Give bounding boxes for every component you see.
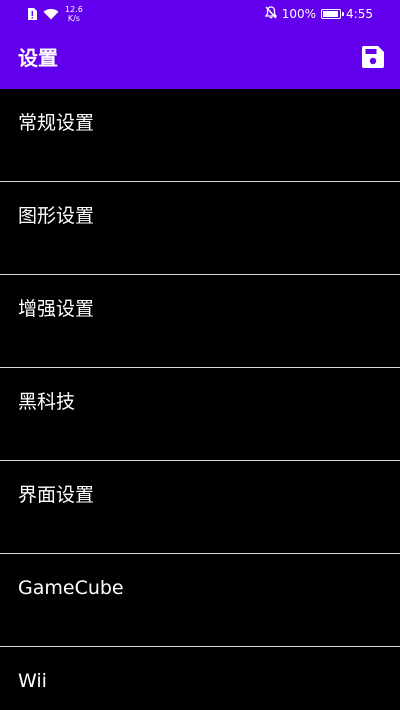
settings-item-graphics[interactable]: 图形设置 — [0, 182, 400, 275]
app-bar: 设置 — [0, 27, 400, 89]
wifi-icon — [43, 5, 59, 24]
settings-item-label: 界面设置 — [18, 484, 95, 506]
status-bar: 12.6 K/s 100% 4:55 — [0, 0, 400, 27]
settings-item-label: Wii — [18, 670, 47, 692]
battery-percent: 100% — [281, 7, 317, 21]
notification-icon — [27, 5, 37, 24]
network-speed-unit: K/s — [67, 14, 80, 23]
settings-item-label: 增强设置 — [18, 298, 95, 320]
save-icon — [362, 46, 384, 68]
status-left: 12.6 K/s — [27, 4, 83, 24]
mute-icon — [264, 6, 278, 22]
settings-item-label: 图形设置 — [18, 205, 95, 227]
settings-item-label: 黑科技 — [18, 391, 76, 413]
settings-item-wii[interactable]: Wii — [0, 647, 400, 710]
status-time: 4:55 — [346, 7, 373, 21]
network-speed: 12.6 K/s — [65, 5, 83, 23]
save-button[interactable] — [360, 44, 386, 70]
settings-item-gamecube[interactable]: GameCube — [0, 554, 400, 647]
settings-item-general[interactable]: 常规设置 — [0, 89, 400, 182]
settings-item-label: 常规设置 — [18, 112, 95, 134]
battery-icon — [321, 9, 345, 19]
battery-level-fill — [323, 11, 339, 17]
status-right: 100% 4:55 — [264, 4, 373, 24]
settings-item-hacks[interactable]: 黑科技 — [0, 368, 400, 461]
settings-item-enhancements[interactable]: 增强设置 — [0, 275, 400, 368]
page-title: 设置 — [18, 46, 58, 70]
network-speed-value: 12.6 — [65, 5, 83, 14]
settings-screen: 12.6 K/s 100% 4:55 设置 常规设置 图形设置 增强设置 黑科技… — [0, 0, 400, 710]
settings-list: 常规设置 图形设置 增强设置 黑科技 界面设置 GameCube Wii — [0, 89, 400, 710]
settings-item-label: GameCube — [18, 577, 124, 599]
settings-item-interface[interactable]: 界面设置 — [0, 461, 400, 554]
